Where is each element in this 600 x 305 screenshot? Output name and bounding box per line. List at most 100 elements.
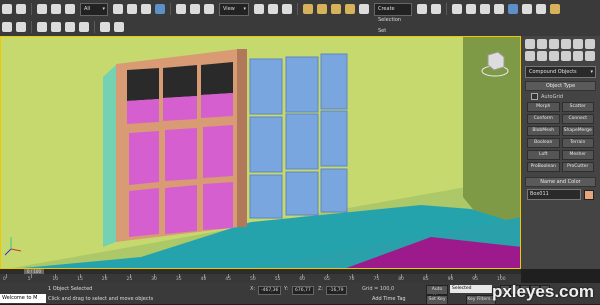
lasso-selection-icon[interactable] (65, 22, 75, 32)
create-tab-icon[interactable] (525, 39, 535, 49)
align-icon[interactable] (431, 4, 441, 14)
named-selection-dropdown[interactable]: Create Selection Set (374, 2, 412, 34)
modify-tab-icon[interactable] (537, 39, 547, 49)
angle-snap-icon[interactable] (317, 4, 327, 14)
chevron-down-icon: ▾ (243, 5, 246, 12)
fence-selection-icon[interactable] (79, 22, 89, 32)
display-tab-icon[interactable] (573, 39, 583, 49)
mirror-icon[interactable] (417, 4, 427, 14)
proboolean-button[interactable]: ProBoolean (527, 162, 560, 172)
object-type-rollout[interactable]: Object Type (525, 81, 596, 91)
name-color-rollout[interactable]: Name and Color (525, 177, 596, 187)
unlink-icon[interactable] (51, 4, 61, 14)
window-crossing-icon[interactable] (155, 4, 165, 14)
render-production-icon[interactable] (550, 4, 560, 14)
scene-render[interactable] (1, 37, 521, 269)
utilities-tab-icon[interactable] (585, 39, 595, 49)
connect-button[interactable]: Connect (561, 114, 594, 124)
layer-manager-icon[interactable] (452, 4, 462, 14)
ref-coord-dropdown[interactable]: View ▾ (219, 2, 249, 16)
box (320, 110, 348, 167)
object-color-swatch[interactable] (584, 189, 594, 200)
select-scale-icon[interactable] (204, 4, 214, 14)
select-object-icon[interactable] (113, 4, 123, 14)
keyboard-shortcut-icon[interactable] (282, 4, 292, 14)
graphite-tools-icon[interactable] (466, 4, 476, 14)
snaps-toggle-icon[interactable] (303, 4, 313, 14)
link-icon[interactable] (37, 4, 47, 14)
blobmesh-button[interactable]: BlobMesh (527, 126, 560, 136)
track-bar[interactable]: 0 5 10 15 20 25 30 35 40 45 50 55 60 65 70 75 80 85 90 95 10… (0, 274, 521, 283)
unlink-selection-icon[interactable] (16, 22, 26, 32)
morph-button[interactable]: Morph (527, 102, 560, 112)
track-tick-label: 70 (348, 277, 355, 282)
create-icon[interactable] (37, 22, 47, 32)
rect-selection-icon[interactable] (141, 4, 151, 14)
layers-icon[interactable] (100, 22, 110, 32)
motion-tab-icon[interactable] (561, 39, 571, 49)
autogrid-label: AutoGrid (541, 93, 564, 100)
hierarchy-tab-icon[interactable] (549, 39, 559, 49)
loft-button[interactable]: Loft (527, 150, 560, 160)
material-editor-icon[interactable] (508, 4, 518, 14)
separator (31, 21, 32, 33)
select-by-name-icon[interactable] (127, 4, 137, 14)
cameras-icon[interactable] (561, 51, 571, 61)
track-tick-label: 95 (472, 277, 479, 282)
shapemerge-button[interactable]: ShapeMerge (561, 126, 594, 136)
terrain-button[interactable]: Terrain (561, 138, 594, 148)
perspective-viewport[interactable] (0, 36, 521, 269)
add-time-tag[interactable]: Add Time Tag (372, 296, 406, 302)
rendered-frame-icon[interactable] (536, 4, 546, 14)
conform-button[interactable]: Conform (527, 114, 560, 124)
box (249, 116, 283, 173)
select-move-icon[interactable] (176, 4, 186, 14)
render-setup-icon[interactable] (522, 4, 532, 14)
pane (201, 93, 233, 118)
schematic-view-icon[interactable] (494, 4, 504, 14)
helpers-icon[interactable] (573, 51, 583, 61)
checkbox-box[interactable] (531, 93, 538, 100)
pane (201, 62, 233, 95)
shapes-icon[interactable] (537, 51, 547, 61)
boolean-button[interactable]: Boolean (527, 138, 560, 148)
redo-icon[interactable] (16, 4, 26, 14)
selection-filter-value: All (84, 5, 91, 12)
select-manipulate-icon[interactable] (268, 4, 278, 14)
pane (165, 128, 197, 181)
key-mode-dropdown[interactable]: Selected (450, 285, 492, 293)
pane (127, 68, 159, 101)
pivot-center-icon[interactable] (254, 4, 264, 14)
separator (446, 3, 447, 15)
mesher-button[interactable]: Mesher (561, 150, 594, 160)
edit-named-selections-icon[interactable] (359, 4, 369, 14)
scatter-button[interactable]: Scatter (561, 102, 594, 112)
track-tick-label: 45 (225, 277, 232, 282)
bind-spacewarp-icon[interactable] (65, 4, 75, 14)
track-tick-label: 80 (398, 277, 404, 282)
undo-icon[interactable] (2, 4, 12, 14)
spinner-snap-icon[interactable] (345, 4, 355, 14)
object-name-field[interactable]: Box011 (527, 189, 581, 200)
spacewarps-icon[interactable] (585, 51, 595, 61)
curve-editor-icon[interactable] (480, 4, 490, 14)
x-coordinate-field[interactable]: -467,36 (258, 286, 282, 295)
procutter-button[interactable]: ProCutter (561, 162, 594, 172)
z-coordinate-field[interactable]: -16,79 (326, 286, 347, 295)
selection-filter-dropdown[interactable]: All ▾ (80, 2, 108, 16)
geometry-icon[interactable] (525, 51, 535, 61)
select-link-icon[interactable] (2, 22, 12, 32)
auto-key-button[interactable]: Auto Key (426, 285, 448, 300)
maxscript-listener[interactable]: Welcome to M (0, 294, 46, 303)
lights-icon[interactable] (549, 51, 559, 61)
category-dropdown[interactable]: Compound Objects ▾ (525, 66, 596, 78)
separator (170, 3, 171, 15)
autogrid-checkbox[interactable]: AutoGrid (531, 93, 590, 100)
y-coordinate-field[interactable]: 676,77 (292, 286, 314, 295)
main-toolbar: All ▾ View ▾ Create Selection Set (0, 0, 600, 37)
panel-tabs (521, 36, 600, 64)
isolate-icon[interactable] (114, 22, 124, 32)
paint-selection-icon[interactable] (51, 22, 61, 32)
percent-snap-icon[interactable] (331, 4, 341, 14)
select-rotate-icon[interactable] (190, 4, 200, 14)
